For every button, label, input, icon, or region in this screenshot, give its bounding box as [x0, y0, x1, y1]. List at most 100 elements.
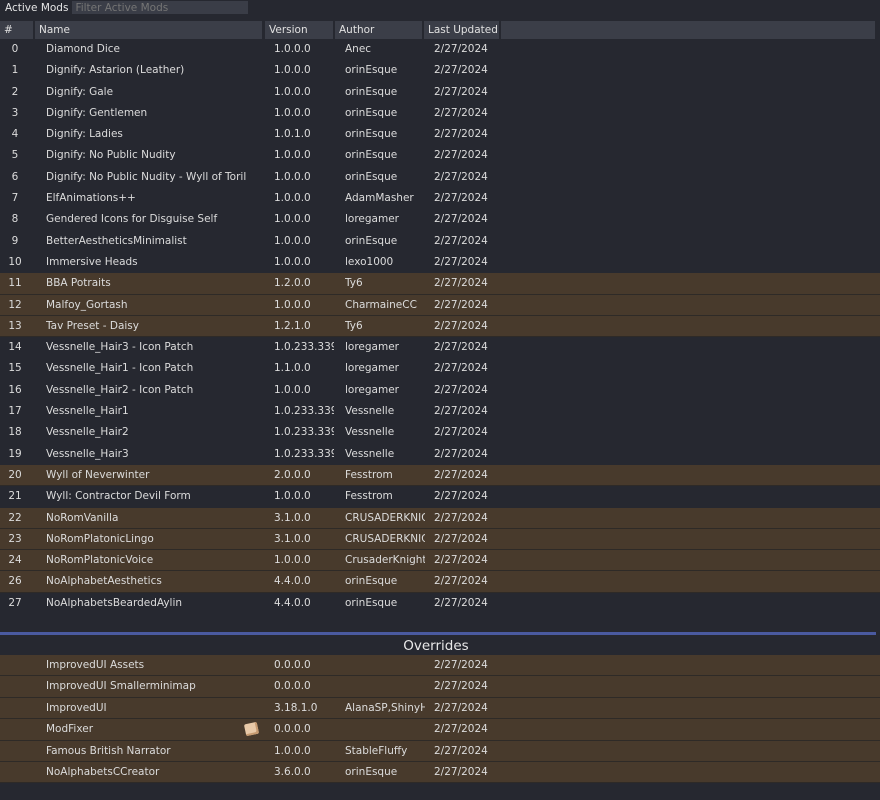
- mod-index: 4: [11, 128, 19, 141]
- column-header-version[interactable]: Version: [265, 21, 333, 39]
- table-row[interactable]: 26 NoAlphabetAesthetics 4.4.0.0 orinEsque 2/…: [0, 571, 880, 594]
- table-row[interactable]: 16 Vessnelle_Hair2 - Icon Patch 1.0.0.0 lor…: [0, 380, 880, 401]
- mod-name: BBA Potraits: [46, 277, 111, 290]
- mod-version: 1.0.0.0: [274, 170, 311, 183]
- mod-name: Dignify: Gentlemen: [46, 106, 148, 119]
- mod-name: NoAlphabetsBeardedAylin: [46, 596, 183, 609]
- mod-version: 1.0.1.0: [274, 128, 311, 141]
- table-row[interactable]: 10 Immersive Heads 1.0.0.0 lexo1000 2/27/202…: [0, 252, 880, 273]
- column-header-author[interactable]: Author: [335, 21, 422, 39]
- table-row[interactable]: 3 Dignify: Gentlemen 1.0.0.0 orinEsque 2/27/…: [0, 103, 880, 124]
- override-name: ImprovedUI Smallerminimap: [46, 680, 196, 693]
- mod-name: Diamond Dice: [46, 43, 120, 55]
- mod-name: ElfAnimations++: [46, 192, 136, 205]
- mod-version: 1.2.0.0: [274, 277, 311, 290]
- mod-date: 2/27/2024: [434, 192, 488, 205]
- mod-author: CRUSADERKNIGHT: [345, 511, 425, 524]
- mod-version: 1.0.0.0: [274, 554, 311, 567]
- mod-version: 2.0.0.0: [274, 468, 311, 481]
- table-row[interactable]: 15 Vessnelle_Hair1 - Icon Patch 1.1.0.0 lor…: [0, 358, 880, 379]
- mod-date: 2/27/2024: [434, 383, 488, 396]
- mod-name: Vessnelle_Hair1 - Icon Patch: [46, 362, 194, 375]
- mod-name: Vessnelle_Hair2 - Icon Patch: [46, 383, 194, 396]
- mod-version: 3.1.0.0: [274, 511, 311, 524]
- mod-version: 1.0.0.0: [274, 85, 311, 98]
- table-row[interactable]: 9 BetterAestheticsMinimalist 1.0.0.0 orinEs…: [0, 231, 880, 252]
- table-row[interactable]: 19 Vessnelle_Hair3 1.0.233.33959 Vessnelle 2…: [0, 444, 880, 465]
- mod-version: 1.1.0.0: [274, 362, 311, 375]
- override-row[interactable]: ImprovedUI Smallerminimap 0.0.0.0 2/27/202…: [0, 676, 880, 699]
- mod-author: CharmaineCC: [345, 298, 417, 311]
- mod-index: 3: [11, 106, 19, 119]
- mod-author: CRUSADERKNIGHT: [345, 532, 425, 545]
- override-row[interactable]: ImprovedUI 3.18.1.0 AlanaSP,ShinyHobo 2/27/…: [0, 697, 880, 720]
- table-row[interactable]: 20 Wyll of Neverwinter 2.0.0.0 Fesstrom 2/27…: [0, 464, 880, 487]
- table-row[interactable]: 11 BBA Potraits 1.2.0.0 Ty6 2/27/2024: [0, 273, 880, 295]
- mod-author: Ty6: [345, 277, 363, 290]
- override-row[interactable]: NoAlphabetsCCreator 3.6.0.0 orinEsque 2/27/…: [0, 761, 880, 784]
- mod-author: AdamMasher: [345, 192, 414, 205]
- table-row[interactable]: 24 NoRomPlatonicVoice 1.0.0.0 CrusaderKnigh…: [0, 550, 880, 572]
- mod-index: 8: [11, 213, 19, 226]
- table-row[interactable]: 5 Dignify: No Public Nudity 1.0.0.0 orinEsq…: [0, 145, 880, 166]
- mod-author: orinEsque: [345, 85, 398, 98]
- mod-author: Vessnelle: [345, 447, 395, 460]
- mod-name: NoAlphabetAesthetics: [46, 575, 162, 588]
- override-row[interactable]: ImprovedUI Assets 0.0.0.0 2/27/2024: [0, 655, 880, 677]
- mod-author: Fesstrom: [345, 468, 393, 481]
- table-row[interactable]: 12 Malfoy_Gortash 1.0.0.0 CharmaineCC 2/27/2…: [0, 294, 880, 317]
- mod-date: 2/27/2024: [434, 405, 488, 418]
- table-row[interactable]: 14 Vessnelle_Hair3 - Icon Patch 1.0.233.33…: [0, 337, 880, 358]
- table-row[interactable]: 23 NoRomPlatonicLingo 3.1.0.0 CRUSADERKNIGH…: [0, 528, 880, 551]
- mod-name: Vessnelle_Hair2: [46, 426, 129, 439]
- panel-header: Active Mods: [0, 0, 880, 15]
- table-row[interactable]: 18 Vessnelle_Hair2 1.0.233.33959 Vessnelle 2…: [0, 422, 880, 443]
- mod-index: 22: [8, 511, 22, 524]
- column-header-index[interactable]: #: [0, 21, 33, 39]
- mod-version: 1.0.233.33959: [274, 447, 334, 460]
- table-row[interactable]: 6 Dignify: No Public Nudity - Wyll of Tor…: [0, 167, 880, 188]
- column-header-last-updated[interactable]: Last Updated: [424, 21, 499, 39]
- table-row[interactable]: 2 Dignify: Gale 1.0.0.0 orinEsque 2/27/2024: [0, 82, 880, 103]
- mod-index: 1: [11, 64, 19, 77]
- mod-author: orinEsque: [345, 106, 398, 119]
- mod-version: 1.0.0.0: [274, 64, 311, 77]
- table-row[interactable]: 27 NoAlphabetsBeardedAylin 4.4.0.0 orinEsqu…: [0, 593, 880, 614]
- column-header-name[interactable]: Name: [35, 21, 262, 39]
- mod-name: Gendered Icons for Disguise Self: [46, 213, 218, 226]
- mod-index: 24: [8, 554, 22, 567]
- table-row[interactable]: 13 Tav Preset - Daisy 1.2.1.0 Ty6 2/27/2024: [0, 315, 880, 338]
- mod-index: 7: [11, 192, 19, 205]
- table-row[interactable]: 0 Diamond Dice 1.0.0.0 Anec 2/27/2024: [0, 39, 880, 60]
- mod-author: orinEsque: [345, 170, 398, 183]
- mod-author: Anec: [345, 43, 372, 55]
- mod-name: Dignify: Gale: [46, 85, 114, 98]
- table-row[interactable]: 8 Gendered Icons for Disguise Self 1.0.0.0…: [0, 209, 880, 230]
- mod-date: 2/27/2024: [434, 447, 488, 460]
- mod-author: loregamer: [345, 213, 399, 226]
- mod-date: 2/27/2024: [434, 149, 488, 162]
- table-row[interactable]: 17 Vessnelle_Hair1 1.0.233.33959 Vessnelle 2…: [0, 401, 880, 422]
- mod-name: Dignify: Ladies: [46, 128, 123, 141]
- mod-date: 2/27/2024: [434, 106, 488, 119]
- mod-version: 1.0.0.0: [274, 490, 311, 503]
- mod-date: 2/27/2024: [434, 554, 488, 567]
- override-row[interactable]: ModFixer 0.0.0.0 2/27/2024: [0, 719, 880, 741]
- override-version: 0.0.0.0: [274, 723, 311, 736]
- override-row[interactable]: Famous British Narrator 1.0.0.0 StableFluf…: [0, 740, 880, 763]
- table-row[interactable]: 22 NoRomVanilla 3.1.0.0 CRUSADERKNIGHT 2/27/…: [0, 507, 880, 530]
- filter-input[interactable]: [72, 1, 249, 14]
- panel-title: Active Mods: [5, 1, 69, 14]
- table-row[interactable]: 4 Dignify: Ladies 1.0.1.0 orinEsque 2/27/202…: [0, 124, 880, 145]
- override-author: AlanaSP,ShinyHobo: [345, 701, 425, 714]
- table-row[interactable]: 7 ElfAnimations++ 1.0.0.0 AdamMasher 2/27/20…: [0, 188, 880, 209]
- mod-index: 10: [8, 255, 22, 268]
- mod-index: 26: [8, 575, 22, 588]
- mod-date: 2/27/2024: [434, 511, 488, 524]
- mod-index: 11: [8, 277, 22, 290]
- override-name: ModFixer: [46, 723, 94, 736]
- table-row[interactable]: 21 Wyll: Contractor Devil Form 1.0.0.0 Fess…: [0, 486, 880, 507]
- table-row[interactable]: 1 Dignify: Astarion (Leather) 1.0.0.0 orinE…: [0, 60, 880, 81]
- mod-version: 1.2.1.0: [274, 319, 311, 332]
- mod-author: orinEsque: [345, 64, 398, 77]
